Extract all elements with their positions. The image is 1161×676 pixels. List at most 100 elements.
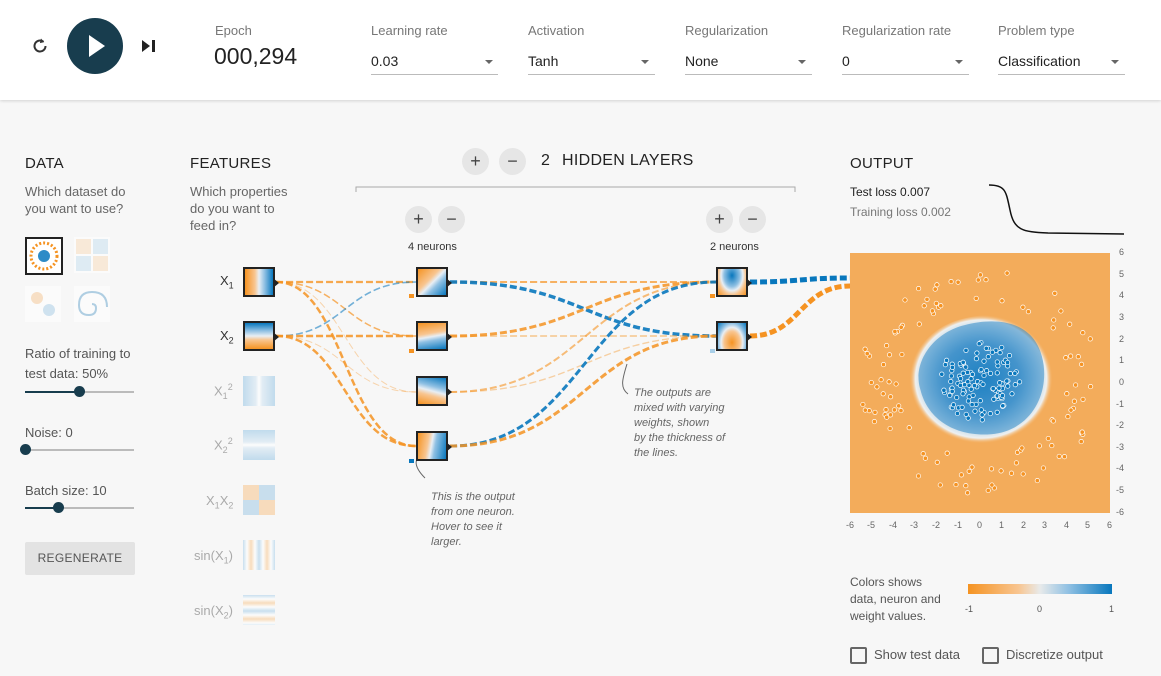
data-point — [960, 370, 966, 376]
data-point — [1049, 443, 1055, 449]
data-point — [1067, 321, 1073, 327]
data-point — [984, 368, 990, 374]
data-point — [973, 356, 979, 362]
bias-indicator[interactable] — [409, 459, 414, 463]
data-point — [1064, 391, 1070, 397]
checkbox-box[interactable] — [850, 647, 867, 664]
data-point — [948, 379, 954, 385]
data-point — [916, 321, 922, 327]
data-point — [964, 369, 971, 375]
data-point — [1040, 465, 1046, 471]
data-point — [1005, 383, 1011, 389]
feature-sin-x1[interactable] — [243, 540, 275, 570]
data-point — [864, 351, 870, 357]
data-point — [971, 383, 978, 389]
feature-sin-x2[interactable] — [243, 595, 275, 625]
feature-label-sin-x1: sin(X1) — [194, 548, 233, 566]
data-point — [994, 370, 1000, 376]
neuron-2-1[interactable] — [716, 267, 752, 297]
data-point — [1012, 370, 1018, 376]
data-point — [991, 396, 997, 402]
neuron-2-2[interactable] — [716, 321, 752, 351]
data-point — [933, 300, 939, 306]
add-neuron-layer1-button[interactable]: + — [405, 206, 432, 233]
feature-x1x2[interactable] — [243, 485, 275, 515]
layer2-neuron-count: 2 neurons — [710, 241, 759, 253]
y-tick: 2 — [1119, 334, 1125, 344]
legend-text-line: weight values. — [850, 609, 927, 623]
data-point — [1052, 290, 1058, 296]
data-point — [1080, 330, 1086, 336]
data-point — [934, 459, 940, 465]
data-point — [988, 466, 995, 472]
data-point — [1012, 382, 1018, 388]
data-point — [966, 468, 972, 474]
bias-indicator[interactable] — [710, 349, 715, 353]
data-point — [987, 370, 994, 376]
data-point — [886, 352, 893, 358]
data-point — [1004, 270, 1010, 276]
loss-curve — [988, 184, 1124, 235]
training-loss-value: 0.002 — [920, 205, 951, 219]
neuron-1-3[interactable] — [416, 376, 452, 406]
data-point — [1009, 391, 1015, 397]
bias-indicator[interactable] — [710, 294, 715, 298]
data-point — [965, 379, 971, 385]
data-point — [944, 357, 950, 363]
weights-annotation: The outputs are mixed with varying weigh… — [634, 386, 725, 461]
data-point — [934, 282, 940, 288]
neuron-1-4[interactable] — [416, 431, 452, 461]
data-point — [878, 377, 884, 383]
feature-x2[interactable] — [243, 321, 279, 351]
data-point — [941, 387, 947, 393]
data-point — [948, 373, 954, 379]
data-point — [880, 391, 886, 397]
x-tick: 0 — [977, 520, 983, 530]
data-point — [972, 408, 978, 414]
data-point — [980, 381, 986, 387]
add-layer-button[interactable]: + — [462, 148, 489, 175]
data-point — [906, 425, 912, 431]
feature-label-x1-squared: X12 — [214, 382, 233, 401]
remove-neuron-layer1-button[interactable]: − — [438, 206, 465, 233]
data-point — [1007, 371, 1013, 377]
data-point — [886, 379, 892, 385]
add-neuron-layer2-button[interactable]: + — [706, 206, 733, 233]
layer1-neuron-count: 4 neurons — [408, 241, 457, 253]
y-tick: -3 — [1116, 442, 1125, 452]
neuron-annotation: This is the output from one neuron. Hove… — [431, 490, 515, 550]
data-point — [938, 303, 944, 309]
remove-layer-button[interactable]: − — [499, 148, 526, 175]
bias-indicator[interactable] — [409, 349, 414, 353]
x-tick: 1 — [999, 520, 1005, 530]
y-tick: -5 — [1116, 485, 1125, 495]
x-tick: -2 — [932, 520, 941, 530]
y-tick: -1 — [1116, 399, 1125, 409]
x-tick: 5 — [1085, 520, 1091, 530]
annotation-line: This is the output — [431, 491, 515, 503]
remove-neuron-layer2-button[interactable]: − — [739, 206, 766, 233]
x-tick: -5 — [867, 520, 876, 530]
neuron-1-1[interactable] — [416, 267, 452, 297]
bias-indicator[interactable] — [409, 294, 414, 298]
x-tick: -4 — [889, 520, 898, 530]
feature-x1-squared[interactable] — [243, 376, 275, 406]
data-point — [1008, 470, 1015, 476]
data-point — [924, 296, 930, 302]
data-point — [902, 297, 908, 303]
data-point — [860, 401, 866, 408]
data-point — [1088, 384, 1094, 390]
data-point — [978, 407, 984, 413]
annotation-line: mixed with varying — [634, 402, 725, 414]
output-arrow-icon — [446, 387, 452, 397]
data-point — [1000, 403, 1006, 409]
data-point — [985, 487, 991, 494]
data-point — [949, 364, 955, 370]
feature-x1[interactable] — [243, 267, 279, 297]
neuron-1-2[interactable] — [416, 321, 452, 351]
feature-x2-squared[interactable] — [243, 430, 275, 460]
data-point — [1005, 359, 1011, 366]
checkbox-box[interactable] — [982, 647, 999, 664]
data-point — [915, 473, 922, 479]
y-tick: 6 — [1119, 247, 1125, 257]
